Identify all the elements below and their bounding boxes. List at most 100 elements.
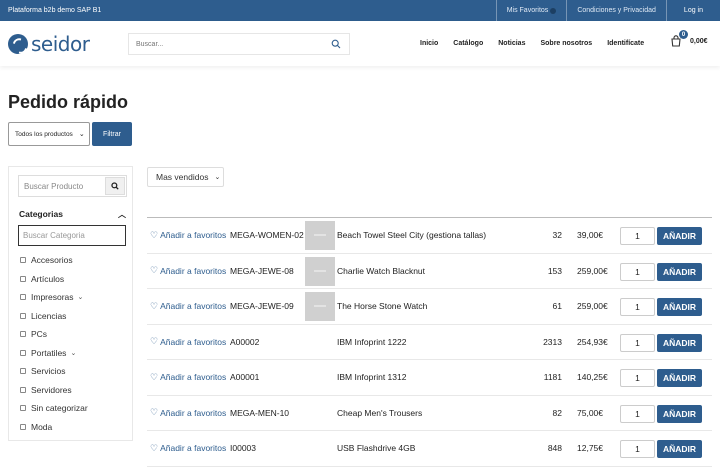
- quantity-input[interactable]: 1: [620, 298, 655, 316]
- product-sku: MEGA-JEWE-08: [230, 265, 294, 276]
- quantity-input[interactable]: 1: [620, 333, 655, 352]
- category-checkbox[interactable]: [20, 349, 26, 356]
- product-stock: 848: [547, 443, 562, 454]
- search-input[interactable]: [129, 40, 331, 48]
- sort-select[interactable]: Mas vendidos ⌄: [147, 167, 224, 187]
- product-name[interactable]: The Horse Stone Watch: [337, 289, 427, 324]
- nav-item-noticias[interactable]: Noticias: [498, 40, 525, 47]
- product-stock: 2313: [543, 336, 562, 347]
- product-sku: I00003: [230, 443, 256, 454]
- product-filter-select[interactable]: Todos los productos ⌄: [8, 122, 90, 146]
- quantity-input[interactable]: 1: [620, 404, 655, 423]
- category-checkbox[interactable]: [20, 331, 26, 338]
- category-item[interactable]: Sin categorizar: [20, 399, 88, 418]
- product-stock: 61: [552, 301, 562, 312]
- category-checkbox[interactable]: [20, 257, 26, 264]
- product-search-button[interactable]: [105, 177, 125, 195]
- nav-item-catalogo[interactable]: Catálogo: [453, 40, 483, 47]
- product-name[interactable]: IBM Infoprint 1222: [337, 325, 406, 360]
- category-checkbox[interactable]: [20, 405, 26, 412]
- add-to-favorites-link[interactable]: ♡ Añadir a favoritos: [150, 254, 226, 289]
- add-to-cart-button[interactable]: AÑADIR: [657, 262, 702, 281]
- product-thumbnail[interactable]: [305, 292, 335, 321]
- category-item[interactable]: Artículos: [20, 270, 88, 289]
- category-label: Impresoras: [31, 292, 74, 303]
- nav-item-sobre-nosotros[interactable]: Sobre nosotros: [540, 40, 592, 47]
- table-row: ♡ Añadir a favoritos MEGA-JEWE-08 Charlie W…: [147, 254, 712, 289]
- logo-mark-icon: [8, 33, 28, 54]
- favorites-link[interactable]: Mis Favoritos: [495, 0, 567, 21]
- product-sku: MEGA-WOMEN-02: [230, 230, 304, 241]
- category-label: Artículos: [31, 273, 65, 284]
- quantity-input[interactable]: 1: [620, 262, 655, 281]
- nav-item-identificate[interactable]: Identifícate: [607, 40, 644, 47]
- nav-item-inicio[interactable]: Inicio: [420, 40, 438, 47]
- category-item[interactable]: Portatiles ⌄: [20, 344, 88, 363]
- logo-text: seidor: [31, 31, 90, 56]
- product-name[interactable]: USB Flashdrive 4GB: [337, 431, 415, 466]
- category-item[interactable]: Servidores: [20, 381, 88, 400]
- category-checkbox[interactable]: [20, 368, 26, 375]
- cart-count-badge: 0: [679, 30, 688, 39]
- quantity-input[interactable]: 1: [620, 369, 655, 387]
- product-name[interactable]: Beach Towel Steel City (gestiona tallas): [337, 218, 486, 253]
- product-search-input[interactable]: Buscar Producto: [19, 182, 105, 191]
- login-link[interactable]: Log in: [665, 0, 720, 21]
- product-name[interactable]: IBM Infoprint 1312: [337, 360, 406, 395]
- category-item[interactable]: Accesorios: [20, 251, 88, 270]
- chevron-down-icon[interactable]: ⌄: [70, 349, 76, 357]
- page-title: Pedido rápido: [8, 92, 129, 112]
- category-checkbox[interactable]: [20, 294, 26, 301]
- add-to-favorites-link[interactable]: ♡ Añadir a favoritos: [150, 396, 226, 431]
- logo[interactable]: seidor: [8, 32, 128, 56]
- heart-icon: ♡: [150, 407, 159, 418]
- product-sku: A00002: [230, 336, 260, 347]
- category-checkbox[interactable]: [20, 275, 26, 282]
- add-to-favorites-label: Añadir a favoritos: [160, 301, 227, 312]
- add-to-cart-button[interactable]: AÑADIR: [657, 298, 702, 316]
- terms-link[interactable]: Condiciones y Privacidad: [566, 0, 666, 21]
- search-icon[interactable]: [331, 39, 341, 49]
- add-to-cart-button[interactable]: AÑADIR: [657, 440, 702, 458]
- filter-button[interactable]: Filtrar: [92, 122, 132, 146]
- product-name[interactable]: Charlie Watch Blacknut: [337, 254, 425, 289]
- categories-header[interactable]: Categorias ︿: [19, 209, 126, 220]
- category-label: Accesorios: [31, 255, 73, 266]
- add-to-cart-button[interactable]: AÑADIR: [657, 333, 702, 352]
- cart-button[interactable]: 0 0,00€: [670, 30, 708, 47]
- heart-icon: ♡: [150, 265, 159, 276]
- category-item[interactable]: PCs: [20, 325, 88, 344]
- category-search-input[interactable]: Buscar Categoria: [18, 225, 126, 246]
- category-checkbox[interactable]: [20, 312, 26, 319]
- quantity-input[interactable]: 1: [620, 227, 655, 245]
- product-sku: A00001: [230, 372, 260, 383]
- product-price: 75,00€: [577, 407, 603, 418]
- add-to-cart-button[interactable]: AÑADIR: [657, 227, 702, 245]
- category-item[interactable]: Impresoras ⌄: [20, 288, 88, 307]
- product-thumbnail[interactable]: [305, 256, 335, 286]
- cart-total: 0,00€: [690, 37, 708, 45]
- add-to-cart-button[interactable]: AÑADIR: [657, 404, 702, 423]
- add-to-favorites-link[interactable]: ♡ Añadir a favoritos: [150, 360, 226, 395]
- chevron-down-icon[interactable]: ⌄: [78, 293, 84, 301]
- add-to-favorites-label: Añadir a favoritos: [160, 443, 227, 454]
- add-to-favorites-link[interactable]: ♡ Añadir a favoritos: [150, 325, 226, 360]
- product-stock: 1181: [543, 372, 562, 383]
- chevron-down-icon: ⌄: [78, 131, 85, 138]
- heart-icon: ♡: [150, 229, 159, 240]
- table-row: ♡ Añadir a favoritos MEGA-JEWE-09 The Horse…: [147, 289, 712, 325]
- category-item[interactable]: Servicios: [20, 362, 88, 381]
- add-to-favorites-link[interactable]: ♡ Añadir a favoritos: [150, 431, 226, 466]
- add-to-cart-button[interactable]: AÑADIR: [657, 369, 702, 387]
- product-name[interactable]: Cheap Men's Trousers: [337, 396, 422, 431]
- category-checkbox[interactable]: [20, 386, 26, 393]
- category-checkbox[interactable]: [20, 423, 26, 430]
- quantity-input[interactable]: 1: [620, 440, 655, 458]
- category-item[interactable]: Licencias: [20, 307, 88, 326]
- add-to-favorites-link[interactable]: ♡ Añadir a favoritos: [150, 289, 226, 324]
- product-thumbnail[interactable]: [305, 221, 335, 250]
- product-stock: 82: [552, 407, 562, 418]
- add-to-favorites-link[interactable]: ♡ Añadir a favoritos: [150, 218, 226, 253]
- categories-title: Categorias: [19, 209, 63, 219]
- category-item[interactable]: Moda: [20, 418, 88, 437]
